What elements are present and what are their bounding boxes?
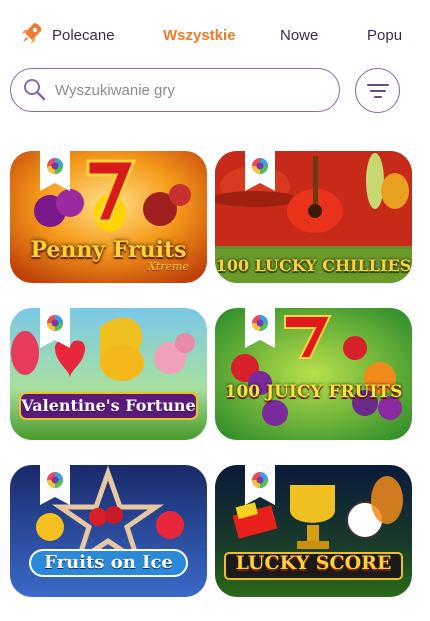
tab-polecane[interactable]: Polecane	[22, 23, 115, 44]
provider-badge-icon	[245, 151, 275, 191]
provider-badge-icon	[245, 308, 275, 348]
game-card-100-juicy-fruits[interactable]: 100 JUICY FRUITS	[215, 308, 412, 440]
search-icon	[24, 79, 46, 101]
search-bar	[10, 68, 340, 112]
game-card-valentines-fortune[interactable]: Valentine's Fortune	[10, 308, 207, 440]
game-subtitle: Xtreme	[148, 260, 189, 273]
game-card-lucky-score[interactable]: LUCKY SCORE	[215, 465, 412, 597]
tab-polecane-label: Polecane	[52, 27, 115, 44]
provider-badge-icon	[245, 465, 275, 505]
filter-button[interactable]	[355, 68, 400, 113]
tab-nowe[interactable]: Nowe	[280, 27, 318, 44]
filter-icon	[366, 83, 389, 98]
provider-badge-icon	[40, 465, 70, 505]
game-title: 100 JUICY FRUITS	[224, 382, 403, 402]
game-title: 100 LUCKY CHILLIES	[215, 256, 412, 275]
game-title: Valentine's Fortune	[21, 396, 196, 415]
provider-badge-icon	[40, 151, 70, 191]
search-input[interactable]	[55, 81, 315, 99]
game-title: Fruits on Ice	[44, 552, 173, 573]
category-tabs: Polecane Wszystkie Nowe Popu	[0, 0, 430, 70]
rocket-icon	[22, 23, 42, 43]
provider-badge-icon	[40, 308, 70, 348]
game-card-fruits-on-ice[interactable]: Fruits on Ice	[10, 465, 207, 597]
tab-wszystkie[interactable]: Wszystkie	[163, 27, 236, 44]
game-card-100-lucky-chillies[interactable]: 100 LUCKY CHILLIES	[215, 151, 412, 283]
tab-popularne-label: Popu	[367, 27, 403, 44]
tab-popularne[interactable]: Popu	[367, 27, 402, 44]
tab-nowe-label: Nowe	[280, 27, 319, 44]
tab-wszystkie-label: Wszystkie	[163, 27, 236, 44]
game-card-penny-fruits[interactable]: Penny Fruits Xtreme	[10, 151, 207, 283]
game-title: LUCKY SCORE	[235, 552, 392, 574]
